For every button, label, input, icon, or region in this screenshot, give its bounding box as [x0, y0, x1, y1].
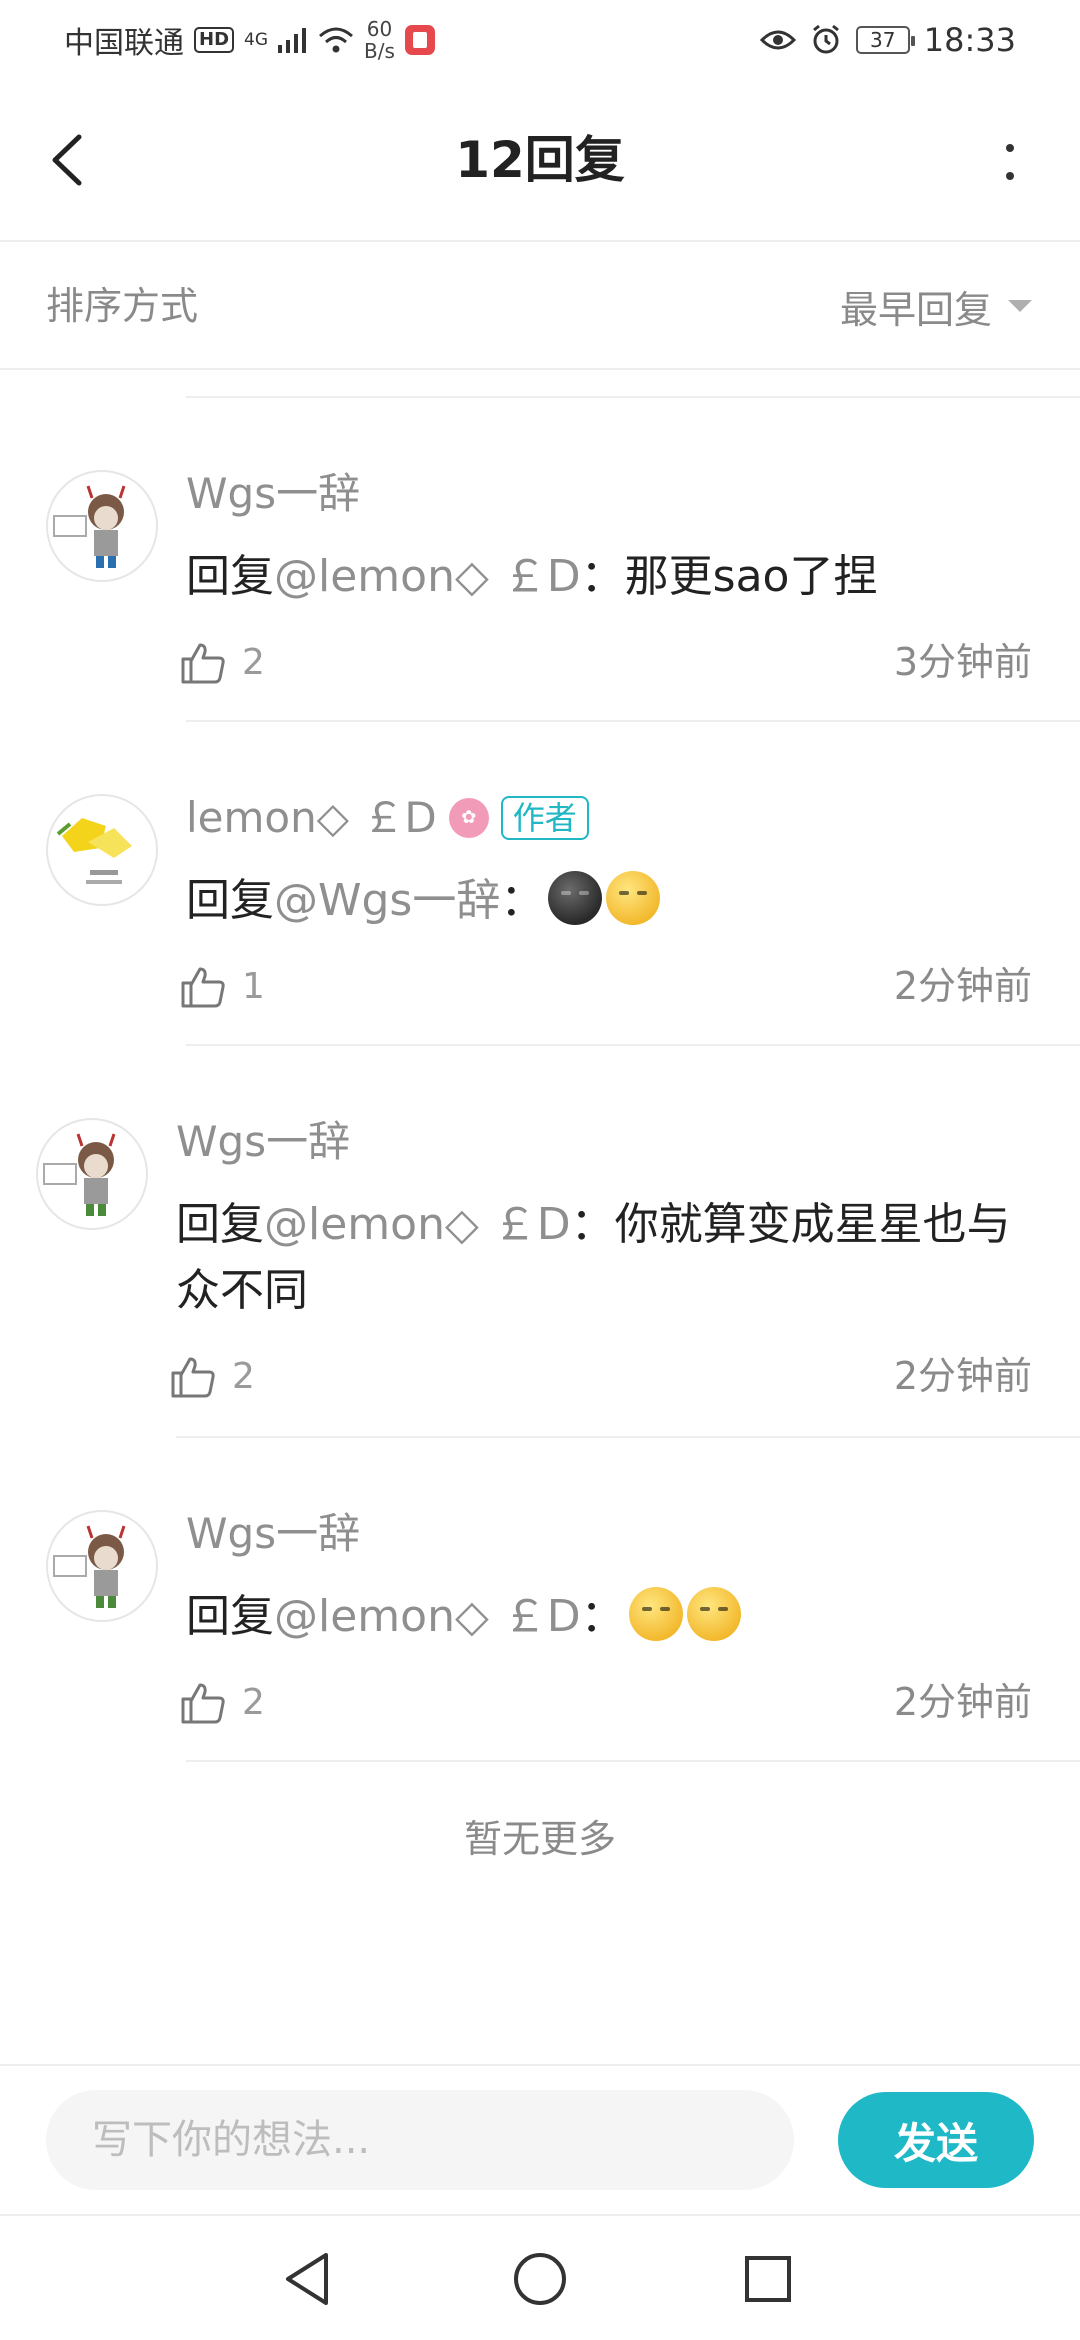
- like-button[interactable]: 2: [180, 1678, 265, 1728]
- more-icon: [1006, 144, 1014, 180]
- comment-input[interactable]: [46, 2090, 794, 2190]
- username-text: Wgs一辞: [176, 1117, 351, 1166]
- like-count: 2: [242, 1682, 265, 1723]
- thumb-up-icon: [171, 1357, 215, 1398]
- emoji-smirk-icon: [606, 871, 661, 925]
- avatar-image: [53, 485, 126, 568]
- top-bar: 12回复: [0, 80, 1080, 242]
- page-title: 12回复: [455, 131, 625, 189]
- no-more-text: 暂无更多: [463, 1817, 616, 1861]
- battery-icon: 37: [855, 26, 915, 54]
- reply-time: 2分钟前: [893, 964, 1032, 1008]
- reply-item: lemon◇ ￡D ✿ 作者 回复@Wgs一辞： 1 2分钟前: [0, 722, 1080, 1046]
- reply-content: 回复@lemon◇ ￡D：你就算变成星星也与众不同: [176, 1192, 1036, 1324]
- carrier-name: 中国联通: [64, 26, 184, 61]
- reply-body: ：: [580, 1591, 625, 1642]
- avatar[interactable]: [36, 1118, 148, 1230]
- like-button[interactable]: 1: [180, 962, 265, 1012]
- network-type: 4G: [244, 30, 269, 50]
- reply-prefix: 回复: [186, 875, 274, 926]
- mention-link[interactable]: @Wgs一辞: [274, 875, 500, 926]
- send-button[interactable]: 发送: [838, 2092, 1034, 2188]
- speed-unit: B/s: [364, 39, 395, 63]
- status-left: 中国联通 HD 4G 60 B/s: [64, 18, 435, 62]
- comment-composer: 发送: [0, 2064, 1080, 2214]
- wifi-icon: [319, 27, 354, 53]
- clock: 18:33: [923, 21, 1016, 59]
- mention-link[interactable]: @lemon◇ ￡D: [274, 1591, 581, 1642]
- nav-home-button[interactable]: [505, 2244, 575, 2314]
- reply-username[interactable]: Wgs一辞: [176, 1112, 350, 1172]
- reply-time: 2分钟前: [893, 1354, 1032, 1398]
- thumb-up-icon: [181, 1683, 225, 1724]
- thumb-up-icon: [181, 643, 225, 684]
- app-notification-icon: [404, 25, 435, 55]
- dropdown-icon: [1008, 300, 1032, 312]
- more-button[interactable]: [990, 132, 1030, 192]
- alarm-icon: [812, 24, 839, 54]
- author-badge: 作者: [500, 796, 589, 840]
- reply-content: 回复@Wgs一辞：: [186, 868, 1036, 934]
- nav-recents-icon: [745, 2256, 791, 2302]
- nav-home-icon: [514, 2253, 566, 2305]
- sort-dropdown[interactable]: 最早回复: [840, 278, 1032, 334]
- divider: [186, 1760, 1080, 1762]
- reply-prefix: 回复: [176, 1199, 264, 1250]
- reply-prefix: 回复: [186, 551, 274, 602]
- mention-link[interactable]: @lemon◇ ￡D: [274, 551, 581, 602]
- signal-icon: [278, 28, 307, 53]
- reply-username[interactable]: Wgs一辞: [186, 1504, 360, 1564]
- reply-body: ：: [500, 875, 545, 926]
- avatar-image: [43, 1133, 116, 1216]
- reply-body: ：那更sao了捏: [580, 551, 878, 602]
- emoji-smirk-icon: [628, 1587, 683, 1641]
- reply-time: 3分钟前: [893, 640, 1032, 684]
- nav-recents-button[interactable]: [733, 2244, 803, 2314]
- reply-time: 2分钟前: [893, 1680, 1032, 1724]
- status-bar: 中国联通 HD 4G 60 B/s 37 18:33: [0, 0, 1080, 80]
- reply-username[interactable]: Wgs一辞: [186, 464, 360, 524]
- system-nav-bar: [0, 2214, 1080, 2340]
- username-text: Wgs一辞: [186, 469, 361, 518]
- avatar[interactable]: [46, 794, 158, 906]
- emoji-smirk-icon: [686, 1587, 741, 1641]
- hd-icon: HD: [194, 27, 235, 53]
- reply-item: Wgs一辞 回复@lemon◇ ￡D： 2 2分钟前: [0, 1438, 1080, 1762]
- reply-item: Wgs一辞 回复@lemon◇ ￡D：你就算变成星星也与众不同 2 2分钟前: [0, 1046, 1080, 1438]
- status-right: 37 18:33: [759, 18, 1016, 62]
- eye-icon: [759, 30, 796, 50]
- like-count: 2: [232, 1356, 255, 1397]
- speed-value: 60: [366, 17, 393, 41]
- reply-username[interactable]: lemon◇ ￡D ✿ 作者: [186, 788, 589, 848]
- sort-value: 最早回复: [839, 287, 992, 332]
- avatar[interactable]: [46, 470, 158, 582]
- reply-item: Wgs一辞 回复@lemon◇ ￡D：那更sao了捏 2 3分钟前: [0, 398, 1080, 722]
- emoji-dark-face-icon: [548, 871, 603, 925]
- thumb-up-icon: [181, 967, 225, 1008]
- level-badge-icon: ✿: [448, 798, 489, 838]
- reply-content: 回复@lemon◇ ￡D：: [186, 1584, 1036, 1650]
- like-button[interactable]: 2: [170, 1352, 255, 1402]
- reply-content: 回复@lemon◇ ￡D：那更sao了捏: [186, 544, 1036, 610]
- like-count: 2: [242, 642, 265, 683]
- sort-bar: 排序方式 最早回复: [0, 242, 1080, 370]
- reply-page: 中国联通 HD 4G 60 B/s 37 18:33 12回复 排序方式 最早回…: [0, 0, 1080, 2340]
- sort-label: 排序方式: [46, 284, 199, 328]
- mention-link[interactable]: @lemon◇ ￡D: [264, 1199, 571, 1250]
- username-text: lemon◇ ￡D: [186, 793, 437, 842]
- nav-back-button[interactable]: [272, 2244, 342, 2314]
- avatar[interactable]: [46, 1510, 158, 1622]
- reply-prefix: 回复: [186, 1591, 274, 1642]
- avatar-image: [53, 1525, 126, 1608]
- like-button[interactable]: 2: [180, 638, 265, 688]
- like-count: 1: [242, 966, 265, 1007]
- nav-back-icon: [286, 2253, 328, 2305]
- network-speed: 60 B/s: [364, 18, 395, 62]
- username-text: Wgs一辞: [186, 1509, 361, 1558]
- avatar-image: [56, 818, 132, 884]
